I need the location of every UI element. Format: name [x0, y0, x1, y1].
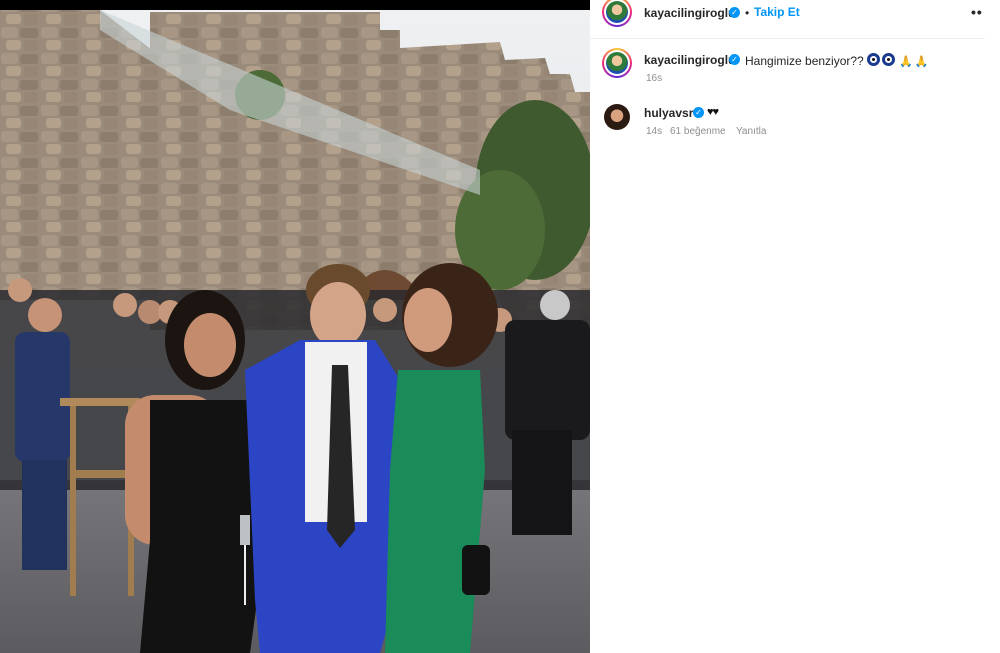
photo-illustration — [0, 0, 590, 653]
caption-time[interactable]: 16s — [646, 73, 662, 84]
sidebar-right-edge — [985, 0, 1000, 653]
pray-icon: 🙏 — [899, 56, 913, 68]
verified-badge-icon: ✓ — [729, 7, 740, 18]
caption-text: Hangimize benziyor?? 🙏 🙏 — [745, 53, 928, 68]
reply-button[interactable]: Yanıtla — [736, 126, 766, 137]
post-sidebar: kayacilingiroglu ✓ • Takip Et •• kayacil… — [590, 0, 1000, 653]
follow-button[interactable]: Takip Et — [754, 5, 800, 19]
nazar-eye-icon — [882, 53, 896, 66]
author-username[interactable]: kayacilingiroglu — [644, 6, 735, 20]
post-photo[interactable] — [0, 0, 590, 653]
comment-username[interactable]: hulyavsr — [644, 106, 693, 120]
caption-avatar[interactable] — [602, 48, 632, 78]
photo-top-strip — [0, 0, 590, 10]
comment-time[interactable]: 14s — [646, 126, 662, 137]
nazar-eye-icon — [867, 53, 881, 66]
more-options-icon[interactable]: •• — [971, 4, 983, 20]
caption-username[interactable]: kayacilingiroglu — [644, 53, 735, 67]
commenter-avatar[interactable] — [604, 104, 630, 130]
comment-likes[interactable]: 61 beğenme — [670, 126, 726, 137]
author-avatar[interactable] — [602, 0, 632, 27]
post-header: kayacilingiroglu ✓ • Takip Et •• — [590, 0, 985, 39]
pray-icon: 🙏 — [914, 56, 929, 68]
comment-text: ♥♥ — [707, 106, 719, 118]
verified-badge-icon: ✓ — [693, 107, 704, 118]
caption-body: Hangimize benziyor?? — [745, 54, 864, 68]
verified-badge-icon: ✓ — [729, 54, 740, 65]
header-separator: • — [745, 6, 750, 20]
